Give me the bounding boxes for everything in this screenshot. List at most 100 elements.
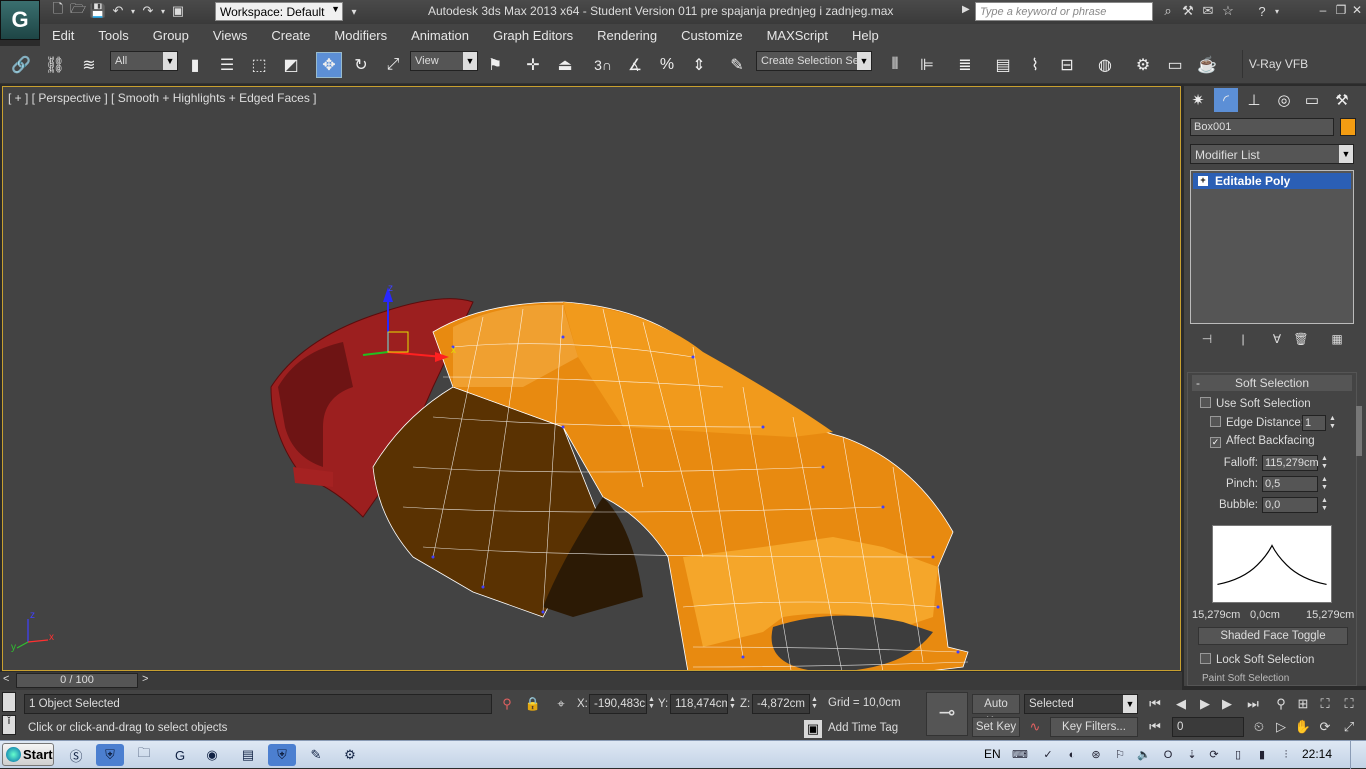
pinned-app-icon[interactable]: ⛨ bbox=[96, 744, 124, 766]
utility-app-icon[interactable]: ⚙ bbox=[336, 744, 364, 766]
z-spinner[interactable]: ▲ ▼ bbox=[811, 696, 818, 710]
hierarchy-tab-icon[interactable]: ⊥ bbox=[1242, 88, 1266, 112]
menu-rendering[interactable]: Rendering bbox=[585, 28, 669, 43]
next-frame-icon[interactable]: ▶ bbox=[1218, 695, 1236, 713]
menu-tools[interactable]: Tools bbox=[86, 28, 140, 43]
isolate-selection-icon[interactable]: ⚲ bbox=[498, 695, 516, 713]
graphite-ribbon-icon[interactable]: ▤ bbox=[990, 52, 1016, 78]
previous-frame-icon[interactable]: ◀ bbox=[1172, 695, 1190, 713]
opera-tray-icon[interactable]: O bbox=[1160, 747, 1176, 763]
battery-tray-icon[interactable]: ▮ bbox=[1254, 747, 1270, 763]
material-editor-icon[interactable]: ◍ bbox=[1092, 52, 1118, 78]
edge-distance-spinner[interactable]: ▲ ▼ bbox=[1328, 415, 1337, 431]
bind-space-warp-icon[interactable]: ≋ bbox=[76, 52, 102, 78]
menu-maxscript[interactable]: MAXScript bbox=[755, 28, 840, 43]
render-production-icon[interactable]: ☕ bbox=[1194, 52, 1220, 78]
help-icon[interactable]: ? bbox=[1252, 2, 1272, 20]
z-coordinate-field[interactable]: -4,872cm bbox=[752, 694, 810, 714]
collapse-minus-icon[interactable]: - bbox=[1196, 375, 1200, 391]
key-tangent-icon[interactable]: ∿ bbox=[1026, 718, 1044, 736]
maximize-viewport-icon[interactable]: ⤢ bbox=[1340, 718, 1358, 736]
time-prev-icon[interactable]: < bbox=[3, 673, 9, 685]
modify-tab-icon[interactable]: ◜ bbox=[1214, 88, 1238, 112]
angle-snap-icon[interactable]: ∡ bbox=[622, 52, 648, 78]
bubble-spinner[interactable]: ▲ ▼ bbox=[1320, 497, 1329, 513]
qa-customize-icon[interactable]: ▾ bbox=[344, 3, 364, 21]
open-file-icon[interactable]: 🗁 bbox=[68, 1, 88, 20]
show-desktop-button[interactable] bbox=[1350, 741, 1366, 769]
checkbox-checked[interactable]: ✓ bbox=[1210, 437, 1221, 448]
script-prompt-icon[interactable]: ǐ bbox=[2, 715, 16, 735]
tool-app-icon[interactable]: ✎ bbox=[302, 744, 330, 766]
update-tray-icon[interactable]: ⟳ bbox=[1206, 747, 1222, 763]
menu-group[interactable]: Group bbox=[141, 28, 201, 43]
checkbox-box[interactable] bbox=[1210, 416, 1221, 427]
lock-soft-selection-checkbox[interactable]: Lock Soft Selection bbox=[1200, 653, 1314, 666]
select-by-name-icon[interactable]: ☰ bbox=[214, 52, 240, 78]
pinch-spinner[interactable]: ▲ ▼ bbox=[1320, 476, 1329, 492]
zoom-extents-icon[interactable]: ⛶ bbox=[1316, 695, 1334, 713]
save-file-icon[interactable]: 💾 bbox=[88, 2, 108, 20]
named-selection-sets-dropdown[interactable]: Create Selection Se ▼ bbox=[756, 51, 872, 71]
play-icon[interactable]: ▶ bbox=[1196, 695, 1214, 713]
set-key-button[interactable]: Set Key bbox=[972, 717, 1020, 737]
stack-item-editable-poly[interactable]: + Editable Poly bbox=[1193, 173, 1351, 189]
motion-tab-icon[interactable]: ◎ bbox=[1272, 88, 1296, 112]
y-coordinate-field[interactable]: 118,474cm bbox=[670, 694, 728, 714]
select-and-scale-icon[interactable]: ⤢ bbox=[380, 52, 406, 78]
device-tray-icon[interactable]: ▯ bbox=[1230, 747, 1246, 763]
orbit-icon[interactable]: ⟳ bbox=[1316, 718, 1334, 736]
start-button[interactable]: Start bbox=[2, 743, 54, 766]
go-to-end-icon[interactable]: ⏭ bbox=[1244, 695, 1262, 713]
time-slider[interactable]: 0 / 100 bbox=[16, 673, 138, 688]
pin-stack-icon[interactable]: ⊣ bbox=[1198, 332, 1216, 348]
bubble-field[interactable]: 0,0 bbox=[1262, 497, 1318, 513]
menu-create[interactable]: Create bbox=[259, 28, 322, 43]
display-tab-icon[interactable]: ▭ bbox=[1300, 88, 1324, 112]
menu-customize[interactable]: Customize bbox=[669, 28, 754, 43]
volume-tray-icon[interactable]: 🔈 bbox=[1136, 747, 1152, 763]
create-tab-icon[interactable]: ✷ bbox=[1186, 88, 1210, 112]
undo-icon[interactable]: ↶ bbox=[108, 2, 128, 20]
percent-snap-icon[interactable]: % bbox=[654, 52, 680, 78]
menu-views[interactable]: Views bbox=[201, 28, 259, 43]
zoom-icon[interactable]: ⚲ bbox=[1272, 695, 1290, 713]
subscription-icon[interactable]: ⚒ bbox=[1178, 2, 1198, 20]
show-end-result-icon[interactable]: | bbox=[1234, 332, 1252, 348]
menu-modifiers[interactable]: Modifiers bbox=[322, 28, 399, 43]
signal-tray-icon[interactable]: ⫶ bbox=[1278, 747, 1294, 763]
time-configuration-icon[interactable]: ⏲ bbox=[1250, 718, 1268, 736]
time-tag-icon[interactable]: ▣ bbox=[804, 720, 822, 738]
remove-modifier-icon[interactable]: 🗑 bbox=[1292, 332, 1310, 348]
undo-dropdown-icon[interactable]: ▾ bbox=[128, 2, 138, 20]
keyboard-shortcut-override-icon[interactable]: ⏏ bbox=[552, 52, 578, 78]
checkbox-box[interactable] bbox=[1200, 397, 1211, 408]
redo-dropdown-icon[interactable]: ▾ bbox=[158, 2, 168, 20]
info-center-expand-icon[interactable]: ▶ bbox=[962, 4, 970, 15]
pan-view-icon[interactable]: ✋ bbox=[1294, 718, 1312, 736]
affect-backfacing-checkbox[interactable]: ✓ Affect Backfacing bbox=[1210, 435, 1315, 448]
3dsmax-taskbar-icon[interactable]: G bbox=[166, 744, 194, 766]
curve-editor-icon[interactable]: ⌇ bbox=[1022, 52, 1048, 78]
select-and-manipulate-icon[interactable]: ✛ bbox=[520, 52, 546, 78]
auto-key-button[interactable]: Auto Key bbox=[972, 694, 1020, 728]
language-indicator[interactable]: EN bbox=[984, 747, 1001, 761]
panel-scrollbar[interactable] bbox=[1356, 406, 1362, 456]
layer-manager-icon[interactable]: ≣ bbox=[952, 52, 978, 78]
firefox-icon[interactable]: ◉ bbox=[198, 744, 226, 766]
minimize-icon[interactable]: – bbox=[1314, 3, 1332, 19]
checkbox-box[interactable] bbox=[1200, 653, 1211, 664]
new-file-icon[interactable]: 🗋 bbox=[48, 1, 68, 20]
current-frame-field[interactable]: 0 bbox=[1172, 717, 1244, 737]
utilities-tab-icon[interactable]: ⚒ bbox=[1330, 88, 1354, 112]
time-next-icon[interactable]: > bbox=[142, 673, 148, 685]
select-and-rotate-icon[interactable]: ↻ bbox=[348, 52, 374, 78]
window-crossing-icon[interactable]: ◩ bbox=[278, 52, 304, 78]
keyboard-tray-icon[interactable]: ⌨ bbox=[1012, 747, 1028, 763]
binoculars-icon[interactable]: ⌕ bbox=[1158, 2, 1178, 20]
key-filters-button[interactable]: Key Filters... bbox=[1050, 717, 1138, 737]
set-key-icon[interactable]: ⊸ bbox=[926, 692, 968, 736]
x-coordinate-field[interactable]: -190,483cr bbox=[589, 694, 647, 714]
close-icon[interactable]: ✕ bbox=[1348, 3, 1366, 19]
rollout-header[interactable]: - Soft Selection bbox=[1192, 375, 1352, 391]
